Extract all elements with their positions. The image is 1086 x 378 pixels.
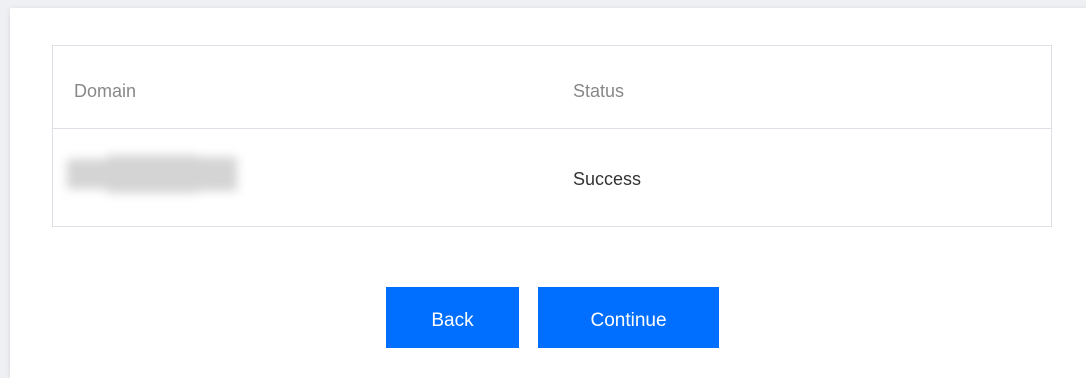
domain-status-table: Domain Status Success [52,45,1052,227]
column-header-domain: Domain [74,81,137,101]
masked-domain-value [67,155,245,195]
table-header: Domain Status [53,46,1051,129]
table-row: Success [53,129,1051,226]
continue-button[interactable]: Continue [538,287,719,348]
column-header-status: Status [573,81,625,101]
status-value: Success [573,169,642,189]
page: Domain Status Success Back Continue [0,0,1086,378]
back-button[interactable]: Back [386,287,519,348]
